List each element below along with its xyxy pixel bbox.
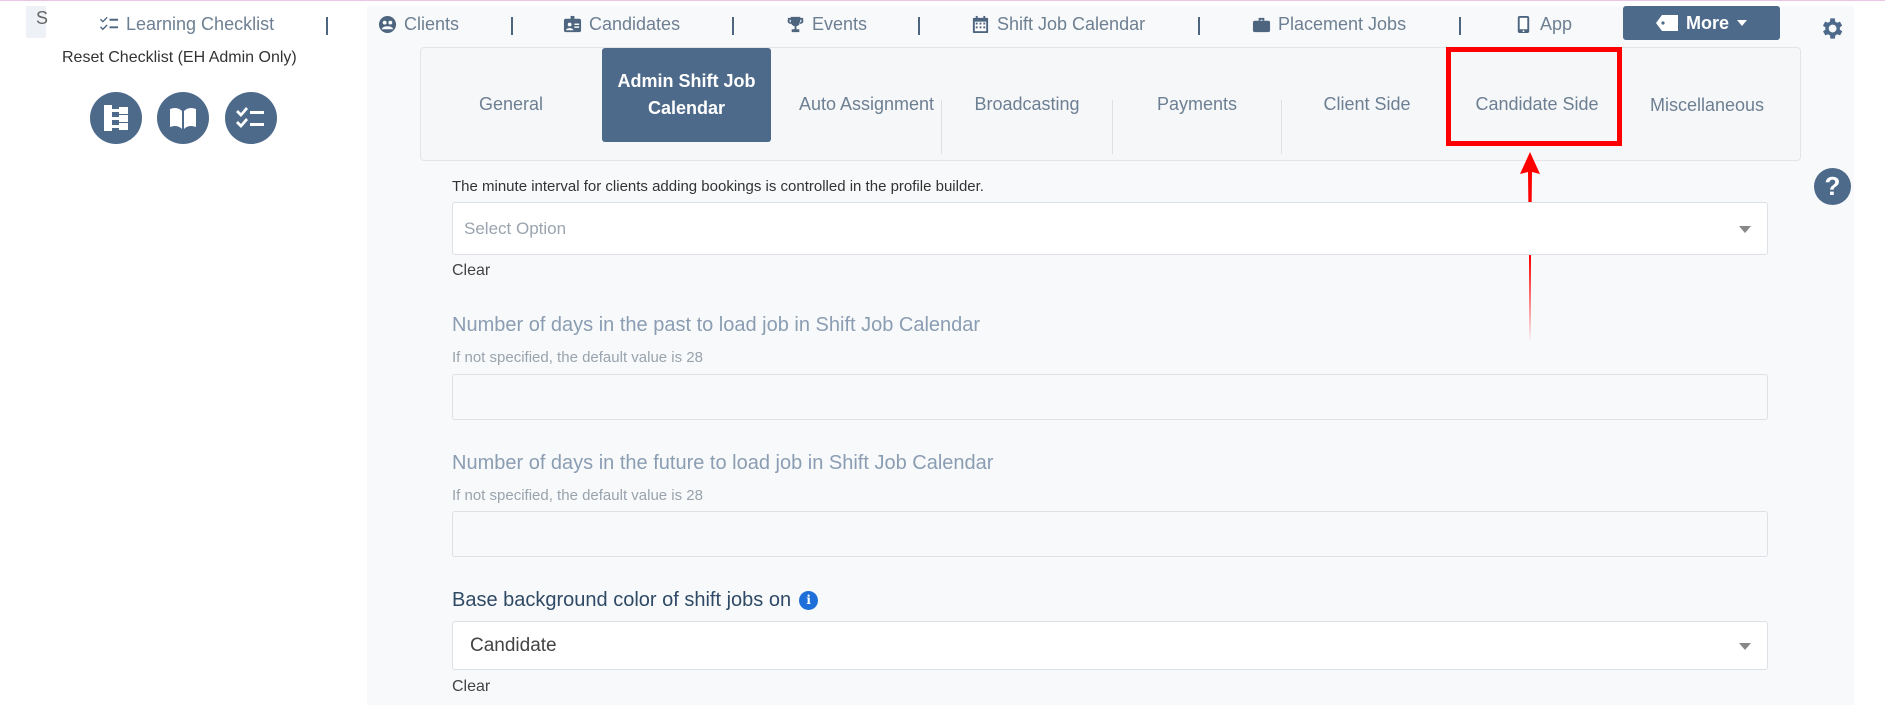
tab-payments[interactable]: Payments [1113,48,1281,160]
nav-shift-job-calendar-label: Shift Job Calendar [997,13,1146,34]
tab-broadcasting-label: Broadcasting [974,93,1080,114]
tab-admin-shift-job-calendar-label: Admin Shift Job Calendar [617,71,756,118]
bg-color-selected-value: Candidate [470,635,557,656]
sitemap-icon [104,105,128,131]
gear-icon[interactable] [1818,15,1845,42]
checklist-button[interactable] [225,92,277,144]
tab-auto-assignment[interactable]: Auto Assignment [778,48,955,160]
nav-candidates[interactable]: Candidates [563,11,680,37]
tab-miscellaneous-label: Miscellaneous [1649,94,1765,115]
top-navigation: S Learning Checklist Clients Candidates … [0,6,1885,42]
clear-interval-link[interactable]: Clear [452,262,490,280]
nav-divider [1198,17,1200,35]
nav-placement-jobs-label: Placement Jobs [1278,13,1407,34]
future-days-label: Number of days in the future to load job… [452,452,994,474]
nav-learning-checklist-label: Learning Checklist [126,13,275,34]
nav-divider [326,17,328,35]
nav-clients-label: Clients [404,13,460,34]
past-days-hint: If not specified, the default value is 2… [452,349,703,366]
tab-general-label: General [478,93,544,114]
future-days-hint: If not specified, the default value is 2… [452,487,703,504]
more-menu-button[interactable]: More [1623,6,1780,40]
tab-client-side[interactable]: Client Side [1282,48,1452,160]
bg-color-label: Base background color of shift jobs on i [452,589,819,612]
book-icon [170,107,196,129]
help-button[interactable]: ? [1814,168,1851,205]
candidates-icon [563,15,582,32]
tab-miscellaneous[interactable]: Miscellaneous [1622,48,1792,160]
sitemap-button[interactable] [90,92,142,144]
nav-events[interactable]: Events [786,11,867,37]
cut-off-tab-label: S [36,8,49,28]
interval-select-placeholder: Select Option [464,219,567,238]
nav-shift-job-calendar[interactable]: Shift Job Calendar [971,11,1145,37]
bg-color-select[interactable]: Candidate [452,621,1768,670]
nav-divider [1459,17,1461,35]
clear-bg-color-link[interactable]: Clear [452,678,490,696]
reset-checklist-link[interactable]: Reset Checklist (EH Admin Only) [62,49,297,67]
trophy-icon [787,16,804,32]
checklist-icon [236,107,264,128]
clients-icon [378,15,397,33]
bg-color-label-text: Base background color of shift jobs on [452,589,792,611]
more-menu-label: More [1685,12,1729,33]
caret-down-icon [1737,20,1747,26]
nav-candidates-label: Candidates [589,13,681,34]
tag-icon [1655,15,1678,31]
nav-divider [732,17,734,35]
nav-app[interactable]: App [1514,11,1572,37]
tab-client-side-label: Client Side [1323,93,1411,114]
tab-general[interactable]: General [451,48,571,160]
calendar-icon [972,15,989,33]
tab-payments-label: Payments [1156,93,1238,114]
tab-auto-assignment-label: Auto Assignment [798,93,935,114]
past-days-input[interactable] [452,374,1768,420]
book-button[interactable] [157,92,209,144]
past-days-label: Number of days in the past to load job i… [452,314,981,336]
mobile-icon [1517,15,1530,33]
chevron-down-icon [1739,643,1751,650]
nav-placement-jobs[interactable]: Placement Jobs [1252,11,1406,37]
highlight-box [1446,47,1622,146]
briefcase-icon [1252,17,1271,32]
nav-divider [918,17,920,35]
checklist-icon [100,16,119,30]
interval-select[interactable]: Select Option [452,202,1768,255]
future-days-input[interactable] [452,511,1768,557]
chevron-down-icon [1739,226,1751,233]
nav-events-label: Events [812,13,868,34]
interval-hint-text: The minute interval for clients adding b… [452,178,984,195]
cut-off-tab[interactable]: S [26,6,49,38]
tab-admin-shift-job-calendar[interactable]: Admin Shift Job Calendar [602,48,771,142]
nav-divider [511,17,513,35]
tab-broadcasting[interactable]: Broadcasting [942,48,1112,160]
info-icon[interactable]: i [799,590,819,610]
nav-learning-checklist[interactable]: Learning Checklist [100,11,274,37]
nav-clients[interactable]: Clients [378,11,459,37]
nav-app-label: App [1540,13,1573,34]
